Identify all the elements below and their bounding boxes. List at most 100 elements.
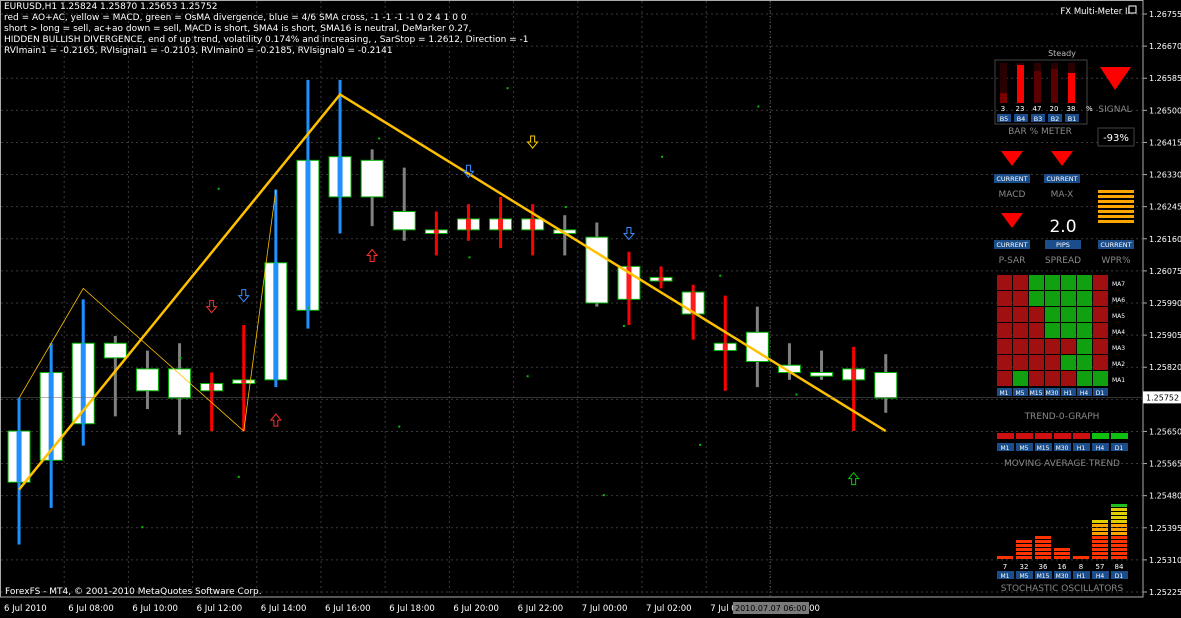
indicator-dot bbox=[757, 105, 760, 108]
stochastic-segment bbox=[1035, 552, 1051, 555]
indicator-dot bbox=[526, 375, 529, 378]
trend-col-label: M15 bbox=[1030, 390, 1043, 397]
trend-cell bbox=[1029, 275, 1044, 290]
bar-meter-value: 20 bbox=[1050, 105, 1059, 113]
stochastic-segment bbox=[1092, 556, 1108, 559]
y-tick-label: 1.25565 bbox=[1149, 460, 1181, 469]
trend-cell bbox=[997, 371, 1012, 386]
trend-cell bbox=[1093, 339, 1108, 354]
stochastic-segment bbox=[1054, 548, 1070, 551]
wpr-bar bbox=[1098, 195, 1134, 198]
stochastic-segment bbox=[1111, 528, 1127, 531]
trend-cell bbox=[1029, 339, 1044, 354]
stochastic-segment bbox=[1111, 524, 1127, 527]
trend-cell bbox=[1029, 371, 1044, 386]
trend-row-label: MA1 bbox=[1112, 377, 1125, 384]
header-line: RVImain1 = -0.2165, RVIsignal1 = -0.2103… bbox=[4, 46, 393, 56]
ma-trend-caption: MOVING AVERAGE TREND bbox=[1004, 459, 1120, 469]
trend-cell bbox=[1077, 371, 1092, 386]
indicator-dot bbox=[307, 306, 310, 309]
stochastic-segment bbox=[1111, 520, 1127, 523]
candle-body bbox=[360, 159, 384, 198]
minimize-icon[interactable] bbox=[1128, 5, 1137, 14]
bar-meter-caption: BAR % METER bbox=[1008, 127, 1072, 137]
stochastic-segment bbox=[1035, 544, 1051, 547]
stochastic-label: H4 bbox=[1096, 573, 1105, 580]
stochastic-segment bbox=[1016, 548, 1032, 551]
stochastic-segment bbox=[1111, 532, 1127, 535]
stochastic-value: 16 bbox=[1058, 563, 1067, 571]
trend-col-label: D1 bbox=[1096, 390, 1105, 397]
signal-arrow-icon bbox=[205, 300, 218, 314]
y-tick-label: 1.25905 bbox=[1149, 331, 1181, 340]
y-tick-label: 1.25820 bbox=[1149, 363, 1181, 372]
bar-meter-label: B5 bbox=[1000, 115, 1009, 123]
trend-cell bbox=[1013, 275, 1028, 290]
bar-meter-bar bbox=[1068, 73, 1075, 103]
trend-cell bbox=[1029, 323, 1044, 338]
candle-body bbox=[168, 368, 192, 399]
bar-meter-value: 23 bbox=[1016, 105, 1025, 113]
candle-body bbox=[874, 372, 898, 399]
current-tag-label: CURRENT bbox=[996, 175, 1027, 183]
trend-cell bbox=[1029, 355, 1044, 370]
ma-trend-label: M15 bbox=[1037, 445, 1050, 452]
trend-col-label: M1 bbox=[1000, 390, 1009, 397]
ma-trend-label: H1 bbox=[1077, 445, 1086, 452]
trend-cell bbox=[1077, 355, 1092, 370]
stochastic-segment bbox=[1092, 548, 1108, 551]
stochastic-segment bbox=[1092, 536, 1108, 539]
ma-trend-label: M5 bbox=[1020, 445, 1029, 452]
signal-arrow-icon bbox=[847, 471, 860, 486]
ma-trend-cell bbox=[1111, 433, 1128, 439]
x-tick-label: 7 Jul 00:00 bbox=[582, 604, 628, 614]
price-chart[interactable]: 1.26755 1.26670 1.26585 1.26500 1.26415 1.263… bbox=[0, 0, 1181, 618]
wpr-bar bbox=[1098, 190, 1134, 193]
x-tick-label: 6 Jul 2010 bbox=[4, 604, 47, 614]
y-tick-label: 1.26330 bbox=[1149, 171, 1181, 180]
stochastic-segment bbox=[1016, 556, 1032, 559]
candle-body bbox=[103, 342, 127, 359]
stochastic-segment bbox=[1035, 536, 1051, 539]
trend-cell bbox=[1061, 339, 1076, 354]
trend-cell bbox=[997, 355, 1012, 370]
ma-trend-label: M1 bbox=[1001, 445, 1010, 452]
header-line: HIDDEN BULLISH DIVERGENCE, end of up tre… bbox=[4, 35, 529, 45]
stochastic-value: 84 bbox=[1115, 563, 1124, 571]
ma-trend-label: D1 bbox=[1115, 445, 1124, 452]
y-tick-label: 1.26585 bbox=[1149, 74, 1181, 83]
bar-meter-pct: % bbox=[1086, 105, 1093, 113]
y-tick-label: 1.26670 bbox=[1149, 42, 1181, 51]
indicator-dot bbox=[237, 475, 240, 478]
ma-x-down-icon bbox=[1051, 151, 1073, 166]
trend-cell bbox=[1045, 275, 1060, 290]
stochastic-segment bbox=[1092, 532, 1108, 535]
candle-body bbox=[135, 368, 159, 392]
wpr-bar bbox=[1098, 210, 1134, 213]
y-tick-label: 1.25480 bbox=[1149, 492, 1181, 501]
stochastic-label: M5 bbox=[1020, 573, 1029, 580]
x-tick-label: 6 Jul 20:00 bbox=[453, 604, 499, 614]
trend-cell bbox=[997, 307, 1012, 322]
ma-trend-cell bbox=[1073, 433, 1090, 439]
trend-cell bbox=[1045, 291, 1060, 306]
wpr-bar bbox=[1098, 200, 1134, 203]
ma-x-caption: MA-X bbox=[1051, 190, 1074, 200]
crosshair-time-label: 2010.07.07 06:00 bbox=[735, 604, 806, 613]
trend-cell bbox=[1061, 323, 1076, 338]
trend-cell bbox=[1013, 339, 1028, 354]
stochastic-label: D1 bbox=[1115, 573, 1124, 580]
x-tick-label: 6 Jul 14:00 bbox=[261, 604, 307, 614]
signal-arrow-icon bbox=[269, 413, 282, 427]
trend-cell bbox=[1061, 371, 1076, 386]
trend-col-label: H1 bbox=[1064, 390, 1073, 397]
y-tick-label: 1.26160 bbox=[1149, 235, 1181, 244]
y-tick-label: 1.25990 bbox=[1149, 299, 1181, 308]
y-tick-label: 1.26245 bbox=[1149, 203, 1181, 212]
steady-label: Steady bbox=[1048, 49, 1076, 58]
stochastic-segment bbox=[1092, 540, 1108, 543]
trend-cell bbox=[1061, 275, 1076, 290]
indicator-dot bbox=[141, 526, 144, 529]
signal-arrow-icon bbox=[237, 289, 250, 303]
bar-meter-bar bbox=[1034, 71, 1041, 103]
